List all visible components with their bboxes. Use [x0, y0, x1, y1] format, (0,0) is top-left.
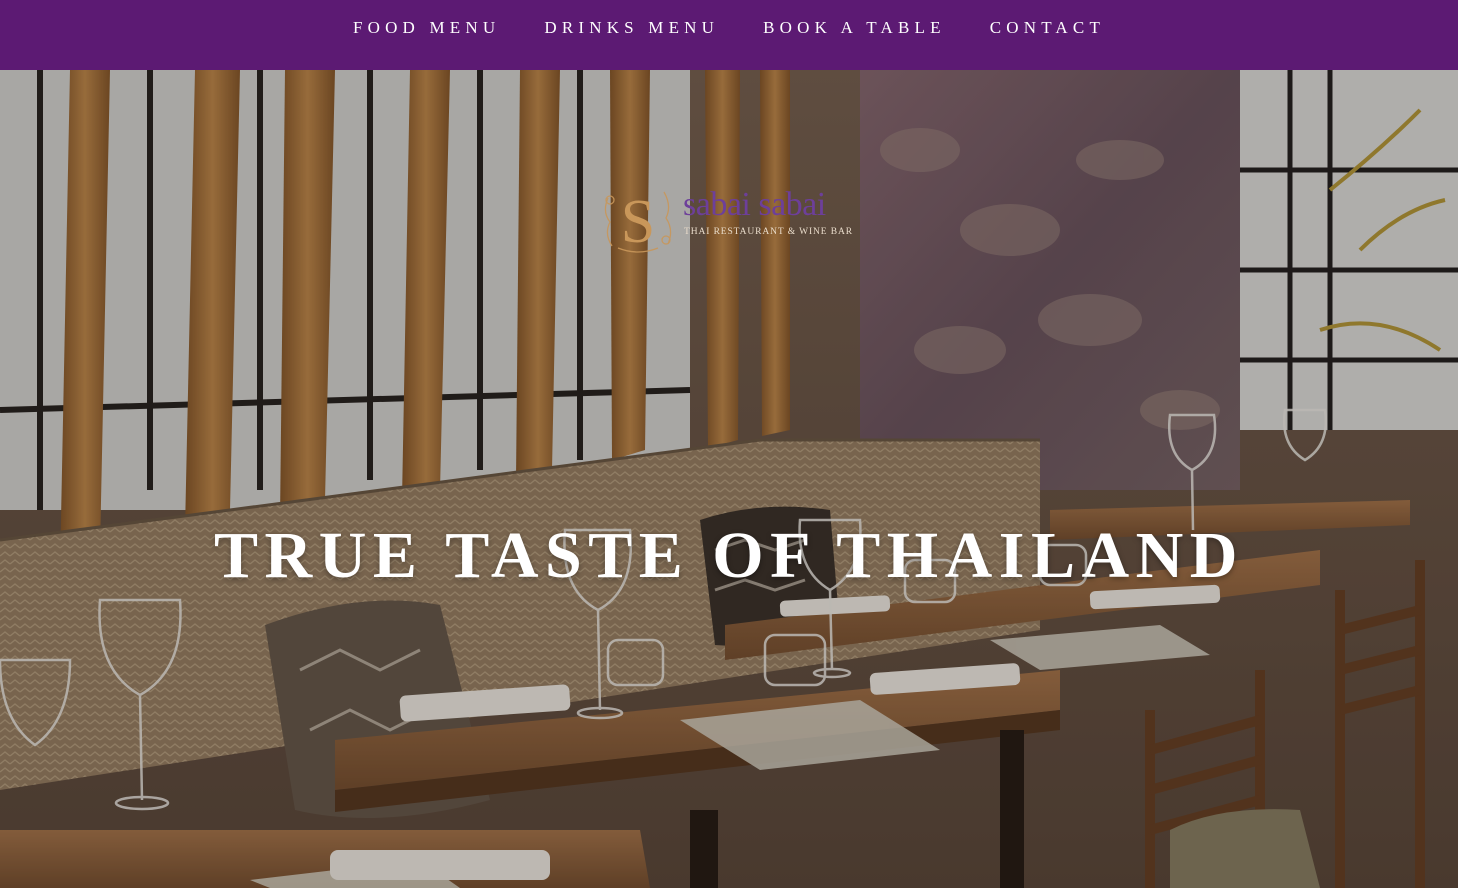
top-navigation: FOOD MENU DRINKS MENU BOOK A TABLE CONTA… — [0, 0, 1458, 70]
hero-headline: TRUE TASTE OF THAILAND — [214, 519, 1244, 592]
brand-tagline: THAI RESTAURANT & WINE BAR — [684, 227, 854, 237]
nav-contact[interactable]: CONTACT — [990, 18, 1105, 38]
nav-drinks-menu[interactable]: DRINKS MENU — [544, 18, 719, 38]
nav-food-menu[interactable]: FOOD MENU — [353, 18, 500, 38]
nav-book-a-table[interactable]: BOOK A TABLE — [763, 18, 946, 38]
brand-monogram-icon: S — [604, 188, 672, 256]
hero-banner: S sabai sabai THAI RESTAURANT & WINE BAR… — [0, 70, 1458, 888]
brand-name: sabai sabai — [683, 186, 826, 223]
brand-monogram-letter: S — [621, 188, 655, 256]
brand-logo[interactable]: S sabai sabai THAI RESTAURANT & WINE BAR — [598, 178, 858, 258]
